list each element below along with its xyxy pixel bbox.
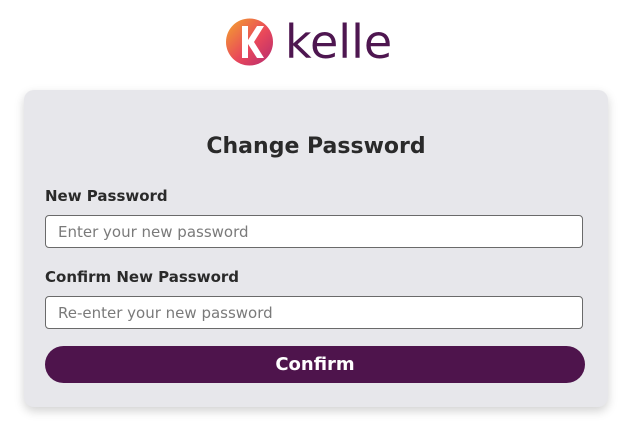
change-password-card: Change Password New Password Confirm New… [24, 90, 608, 407]
confirm-button[interactable]: Confirm [45, 346, 585, 383]
confirm-password-input[interactable] [45, 296, 583, 329]
brand-logo: kelle [226, 12, 392, 72]
page-title: Change Password [206, 134, 426, 159]
kelle-k-logo-icon [226, 18, 273, 66]
new-password-label: New Password [45, 187, 168, 205]
new-password-input[interactable] [45, 215, 583, 248]
confirm-password-label: Confirm New Password [45, 268, 240, 286]
brand-name: kelle [285, 15, 393, 69]
